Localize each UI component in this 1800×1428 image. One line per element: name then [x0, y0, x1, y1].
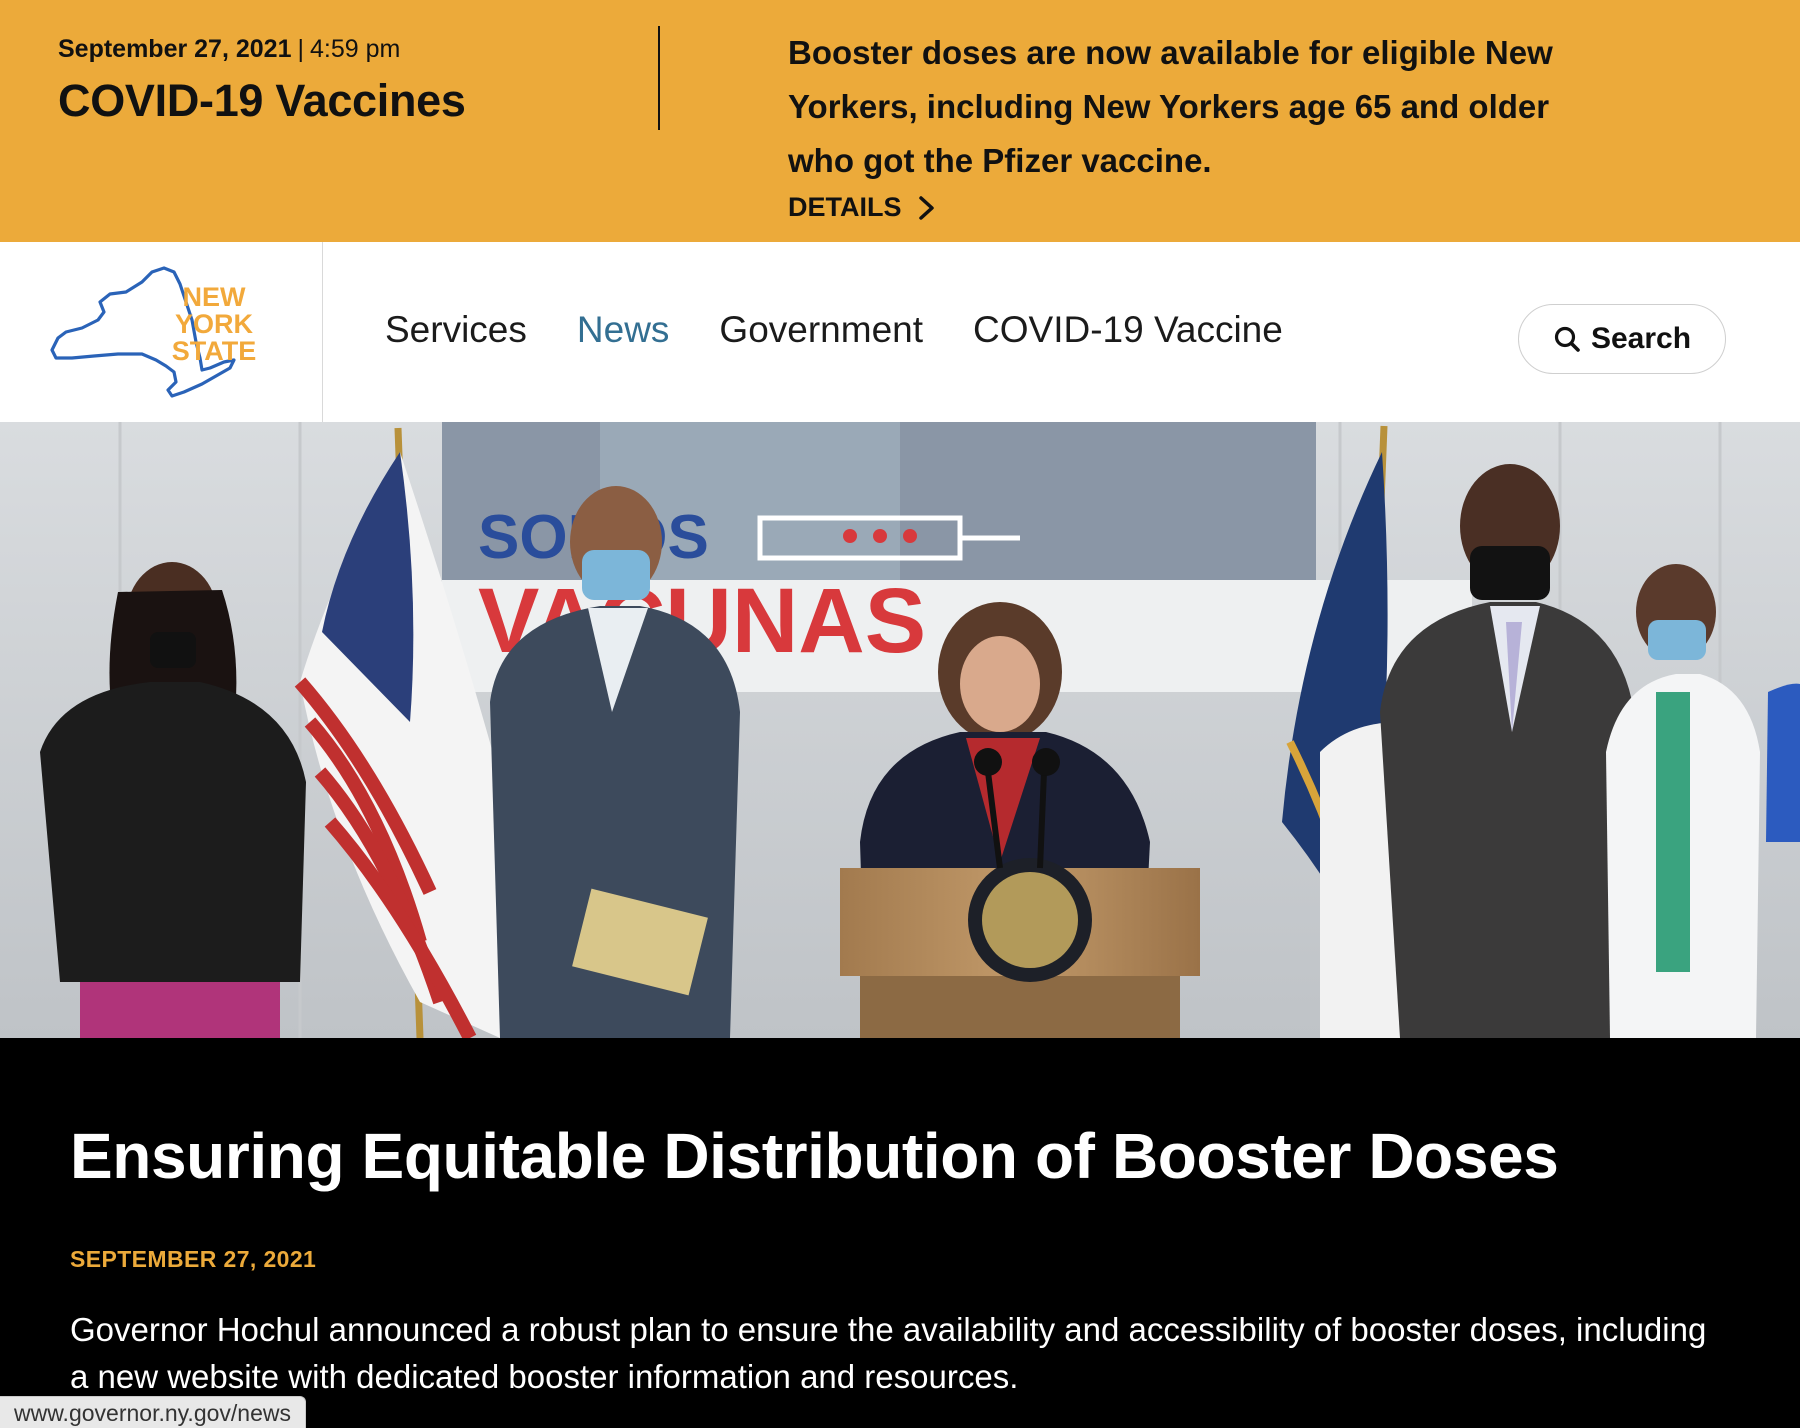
press-conference-illustration: SOMOS VACUNAS	[0, 422, 1800, 1038]
alert-date: September 27, 2021	[58, 35, 292, 63]
logo-line-2: YORK	[175, 309, 254, 339]
article-date: SEPTEMBER 27, 2021	[70, 1246, 317, 1272]
nys-logo-mark: NEW YORK STATE	[50, 266, 257, 398]
alert-message-group: Booster doses are now available for elig…	[788, 26, 1608, 223]
alert-details-label: DETAILS	[788, 192, 902, 222]
logo-line-3: STATE	[172, 336, 257, 366]
alert-time: 4:59 pm	[309, 35, 401, 63]
article-title[interactable]: Ensuring Equitable Distribution of Boost…	[70, 1118, 1559, 1194]
alert-separator: |	[297, 35, 304, 63]
alert-timestamp: September 27, 2021 | 4:59 pm	[58, 34, 466, 64]
alert-heading-group: September 27, 2021 | 4:59 pm COVID-19 Vacc…	[58, 34, 466, 128]
header-divider	[322, 242, 323, 422]
nav-government[interactable]: Government	[719, 308, 923, 352]
logo-line-1: NEW	[183, 282, 247, 312]
alert-title: COVID-19 Vaccines	[58, 75, 466, 126]
nys-logo[interactable]: NEW YORK STATE	[44, 262, 284, 402]
nav-covid-vaccine[interactable]: COVID-19 Vaccine	[973, 308, 1283, 352]
person-far-right	[1766, 683, 1800, 842]
alert-details-link[interactable]: DETAILS	[788, 192, 938, 223]
search-label: Search	[1590, 322, 1692, 355]
status-bar-url: www.governor.ny.gov/news	[0, 1396, 306, 1428]
alert-message: Booster doses are now available for elig…	[788, 34, 1553, 179]
site-header: NEW YORK STATE Services News Government …	[0, 242, 1800, 422]
featured-article: Ensuring Equitable Distribution of Boost…	[0, 1038, 1800, 1428]
article-summary: Governor Hochul announced a robust plan …	[70, 1311, 1707, 1395]
search-button[interactable]: Search	[1518, 304, 1726, 374]
chevron-right-icon	[918, 195, 934, 220]
covid-alert-banner: September 27, 2021 | 4:59 pm COVID-19 Vacc…	[0, 0, 1800, 242]
nav-news[interactable]: News	[577, 308, 670, 352]
nav-services[interactable]: Services	[385, 308, 527, 352]
hero-photo: SOMOS VACUNAS	[0, 422, 1800, 1038]
main-nav: Services News Government COVID-19 Vaccin…	[385, 308, 1283, 352]
alert-divider	[658, 26, 660, 130]
magnifier-icon	[1554, 326, 1580, 352]
